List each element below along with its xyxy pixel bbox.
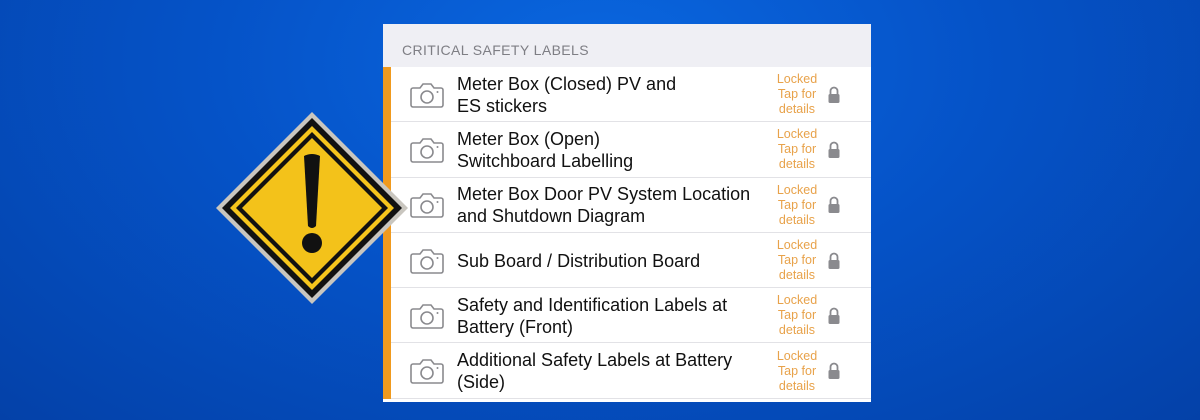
lock-icon <box>828 362 840 380</box>
list-item[interactable]: Sub Board / Distribution Board Locked Tap… <box>383 232 871 289</box>
lock-icon <box>828 307 840 324</box>
camera-icon <box>410 304 444 329</box>
warning-sign-icon <box>216 112 408 304</box>
item-status[interactable]: Locked Tap for details <box>771 72 823 117</box>
list-item[interactable]: Safety and Identification Labels at Batte… <box>383 288 871 344</box>
item-title: Meter Box (Open) Switchboard Labelling <box>457 128 634 171</box>
item-title: Meter Box Door PV System Location and Shu… <box>457 184 751 227</box>
item-status[interactable]: Locked Tap for details <box>771 349 823 394</box>
item-status[interactable]: Locked Tap for details <box>771 127 823 172</box>
section-header: CRITICAL SAFETY LABELS <box>383 24 871 67</box>
safety-label-list: Meter Box (Closed) PV and ES stickers Loc… <box>383 67 871 400</box>
item-title: Additional Safety Labels at Battery (Side… <box>457 350 733 393</box>
camera-icon <box>410 359 444 384</box>
item-status[interactable]: Locked Tap for details <box>771 238 823 283</box>
safety-labels-panel: CRITICAL SAFETY LABELS Meter Box (Closed… <box>383 24 871 402</box>
list-item[interactable]: Meter Box (Open) Switchboard Labelling Lo… <box>383 122 871 178</box>
item-title: Meter Box (Closed) PV and ES stickers <box>457 73 677 116</box>
list-item[interactable]: Additional Safety Labels at Battery (Side… <box>383 343 871 400</box>
camera-icon <box>410 193 444 219</box>
item-title: Sub Board / Distribution Board <box>457 250 701 271</box>
list-item[interactable]: Meter Box (Closed) PV and ES stickers Loc… <box>383 67 871 123</box>
lock-icon <box>828 252 840 269</box>
item-title: Safety and Identification Labels at Batte… <box>457 294 728 337</box>
lock-icon <box>828 196 840 214</box>
list-item[interactable]: Meter Box Door PV System Location and Shu… <box>383 177 871 234</box>
lock-icon <box>828 86 840 103</box>
camera-icon <box>410 82 444 108</box>
lock-icon <box>828 141 840 158</box>
item-status[interactable]: Locked Tap for details <box>771 183 823 228</box>
camera-icon <box>410 138 444 163</box>
item-status[interactable]: Locked Tap for details <box>771 293 823 338</box>
camera-icon <box>410 248 444 274</box>
